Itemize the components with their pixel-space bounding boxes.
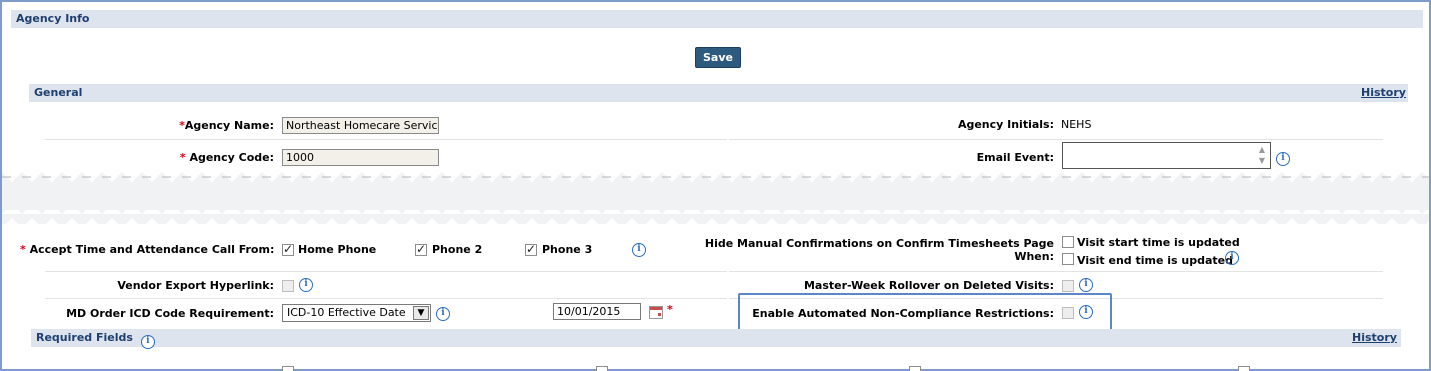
- required-marker: *: [20, 243, 26, 256]
- vendor-export-label: Vendor Export Hyperlink:: [117, 279, 274, 292]
- phone3-checkbox[interactable]: [525, 242, 537, 256]
- call-from-label: * Accept Time and Attendance Call From:: [20, 243, 275, 256]
- agency-name-field[interactable]: Northeast Homecare Service: [282, 117, 439, 134]
- visit-start-checkbox[interactable]: [1062, 236, 1074, 248]
- hide-manual-label-line2: When:: [1014, 250, 1054, 263]
- info-icon[interactable]: i: [1079, 305, 1093, 319]
- phone2-label: Phone 2: [432, 243, 483, 256]
- icd-code-select[interactable]: ICD-10 Effective Date ▼: [282, 304, 431, 322]
- page-break-torn-edge: [2, 172, 1429, 224]
- required-fields-history-link[interactable]: History: [1352, 331, 1397, 344]
- scroll-up-icon[interactable]: ▲: [1256, 145, 1268, 155]
- info-icon[interactable]: i: [1276, 152, 1290, 166]
- master-week-label: Master-Week Rollover on Deleted Visits:: [803, 279, 1054, 292]
- info-icon[interactable]: i: [436, 307, 450, 321]
- icd-date-field[interactable]: 10/01/2015: [553, 303, 641, 320]
- partial-checkbox[interactable]: [909, 366, 921, 371]
- general-section-header: General: [29, 84, 1408, 102]
- divider: [45, 139, 727, 140]
- divider: [45, 298, 727, 299]
- agency-initials-value: NEHS: [1061, 118, 1092, 131]
- agency-code-label: * Agency Code:: [179, 151, 274, 164]
- info-icon[interactable]: i: [1225, 251, 1239, 265]
- info-icon[interactable]: i: [140, 335, 155, 349]
- divider: [729, 139, 1383, 140]
- email-event-textarea[interactable]: ▲ ▼: [1062, 142, 1271, 169]
- divider: [45, 271, 727, 272]
- partial-checkbox[interactable]: [282, 366, 294, 371]
- partial-checkbox[interactable]: [1238, 366, 1250, 371]
- automated-noncompliance-label: Enable Automated Non-Compliance Restrict…: [752, 307, 1054, 320]
- required-marker: *: [667, 303, 673, 316]
- info-icon[interactable]: i: [1079, 278, 1093, 292]
- visit-start-label: Visit start time is updated: [1077, 236, 1240, 249]
- torn-edge-graphic: [2, 172, 1429, 224]
- divider: [729, 271, 1383, 272]
- agency-code-field[interactable]: 1000: [282, 149, 439, 166]
- phone2-checkbox[interactable]: [415, 242, 427, 256]
- page-title: Agency Info: [11, 10, 1423, 28]
- calendar-icon[interactable]: [649, 306, 663, 319]
- email-event-label: Email Event:: [976, 151, 1054, 164]
- home-phone-checkbox[interactable]: [282, 242, 294, 256]
- vendor-export-checkbox[interactable]: [282, 280, 294, 292]
- info-icon[interactable]: i: [299, 278, 313, 292]
- info-icon[interactable]: i: [632, 243, 646, 257]
- agency-initials-label: Agency Initials:: [957, 118, 1054, 131]
- required-fields-section-header: Required Fields i: [31, 329, 1401, 349]
- agency-name-label: *Agency Name:: [179, 119, 274, 132]
- partial-checkbox[interactable]: [596, 366, 608, 371]
- hide-manual-label-line1: Hide Manual Confirmations on Confirm Tim…: [704, 237, 1054, 250]
- general-history-link[interactable]: History: [1361, 86, 1406, 99]
- visit-end-label: Visit end time is updated: [1077, 254, 1234, 267]
- save-button[interactable]: Save: [695, 47, 741, 68]
- master-week-checkbox[interactable]: [1062, 280, 1074, 292]
- visit-end-checkbox[interactable]: [1062, 253, 1074, 265]
- phone3-label: Phone 3: [542, 243, 593, 256]
- home-phone-label: Home Phone: [298, 243, 377, 256]
- automated-noncompliance-checkbox[interactable]: [1062, 307, 1074, 319]
- chevron-down-icon[interactable]: ▼: [413, 306, 429, 320]
- scroll-down-icon[interactable]: ▼: [1256, 156, 1268, 166]
- md-order-label: MD Order ICD Code Requirement:: [66, 307, 274, 320]
